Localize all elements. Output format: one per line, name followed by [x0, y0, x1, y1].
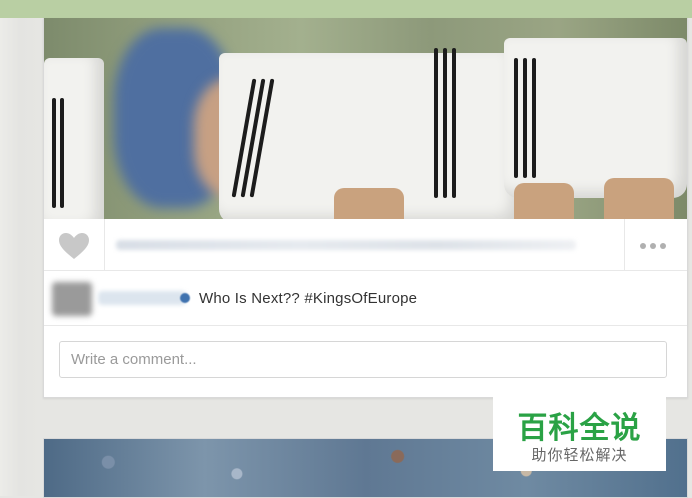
verified-badge-icon	[180, 293, 190, 303]
post-actions-row	[44, 219, 687, 271]
comment-input[interactable]	[59, 341, 667, 378]
more-options-icon	[640, 243, 666, 249]
top-bar	[0, 0, 692, 18]
watermark-logo: 百科全说	[517, 411, 642, 446]
heart-icon	[59, 233, 89, 259]
username-blurred[interactable]	[98, 291, 186, 305]
like-button[interactable]	[44, 219, 105, 270]
avatar[interactable]	[52, 282, 92, 316]
post-card: Who Is Next?? #KingsOfEurope	[43, 18, 688, 398]
caption-row: Who Is Next?? #KingsOfEurope	[44, 271, 687, 326]
likes-list-blurred	[116, 240, 576, 250]
watermark-subtitle: 助你轻松解决	[531, 446, 628, 464]
post-photo[interactable]	[44, 18, 687, 219]
post-caption: Who Is Next?? #KingsOfEurope	[199, 290, 418, 307]
more-options-button[interactable]	[624, 219, 687, 270]
watermark: 百科全说 助你轻松解决	[493, 394, 666, 471]
